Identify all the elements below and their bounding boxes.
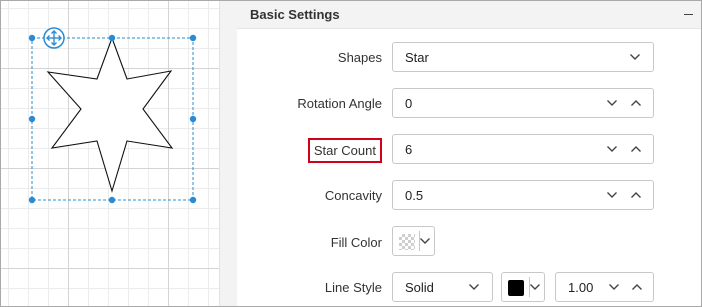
- star-count-label: Star Count: [307, 138, 382, 163]
- increment-chevron-up-icon[interactable]: [631, 281, 643, 293]
- panel-header[interactable]: Basic Settings: [237, 1, 701, 29]
- transparent-swatch-icon: [399, 234, 415, 250]
- line-color-swatch: [508, 280, 524, 296]
- concavity-label: Concavity: [324, 188, 382, 203]
- chevron-down-icon: [629, 51, 641, 63]
- shapes-label: Shapes: [337, 50, 382, 65]
- fill-color-label: Fill Color: [330, 235, 382, 250]
- resize-handle-right[interactable]: [189, 115, 197, 123]
- shapes-dropdown[interactable]: Star: [392, 42, 654, 72]
- properties-panel: Basic Settings Shapes Star Rotation Angl…: [237, 1, 701, 306]
- concavity-value: 0.5: [405, 188, 424, 203]
- increment-chevron-up-icon[interactable]: [630, 97, 642, 109]
- rotation-angle-stepper[interactable]: 0: [392, 88, 654, 118]
- decrement-chevron-down-icon[interactable]: [606, 189, 618, 201]
- increment-chevron-up-icon[interactable]: [630, 143, 642, 155]
- resize-handle-bottom-left[interactable]: [28, 196, 36, 204]
- decrement-chevron-down-icon[interactable]: [608, 281, 620, 293]
- line-width-stepper[interactable]: 1.00: [555, 272, 654, 302]
- resize-handle-bottom-right[interactable]: [189, 196, 197, 204]
- app-window: Basic Settings Shapes Star Rotation Angl…: [0, 0, 702, 307]
- resize-handle-top[interactable]: [108, 34, 116, 42]
- rotation-angle-label: Rotation Angle: [297, 96, 382, 111]
- resize-handle-bottom[interactable]: [108, 196, 116, 204]
- chevron-down-icon: [468, 281, 480, 293]
- chevron-down-icon: [419, 235, 431, 247]
- canvas-drawing: [28, 27, 197, 204]
- line-width-value: 1.00: [568, 280, 594, 295]
- line-style-label: Line Style: [324, 280, 382, 295]
- panel-title: Basic Settings: [250, 7, 340, 22]
- fill-color-picker[interactable]: [392, 226, 435, 256]
- concavity-stepper[interactable]: 0.5: [392, 180, 654, 210]
- line-color-picker[interactable]: [501, 272, 545, 302]
- resize-handle-left[interactable]: [28, 115, 36, 123]
- increment-chevron-up-icon[interactable]: [630, 189, 642, 201]
- decrement-chevron-down-icon[interactable]: [606, 97, 618, 109]
- chevron-down-icon: [529, 281, 541, 293]
- decrement-chevron-down-icon[interactable]: [606, 143, 618, 155]
- star-count-stepper[interactable]: 6: [392, 134, 654, 164]
- star-shape[interactable]: [46, 36, 174, 193]
- line-style-dropdown[interactable]: Solid: [392, 272, 493, 302]
- shapes-value: Star: [405, 50, 429, 65]
- resize-handle-top-right[interactable]: [189, 34, 197, 42]
- panel-splitter[interactable]: [219, 1, 237, 306]
- line-style-value: Solid: [405, 280, 434, 295]
- rotation-angle-value: 0: [405, 96, 413, 111]
- resize-handle-top-left[interactable]: [28, 34, 36, 42]
- diagram-canvas[interactable]: [1, 1, 219, 306]
- star-count-value: 6: [405, 142, 413, 157]
- minus-icon[interactable]: [684, 14, 693, 15]
- move-arrows-icon[interactable]: [43, 27, 65, 49]
